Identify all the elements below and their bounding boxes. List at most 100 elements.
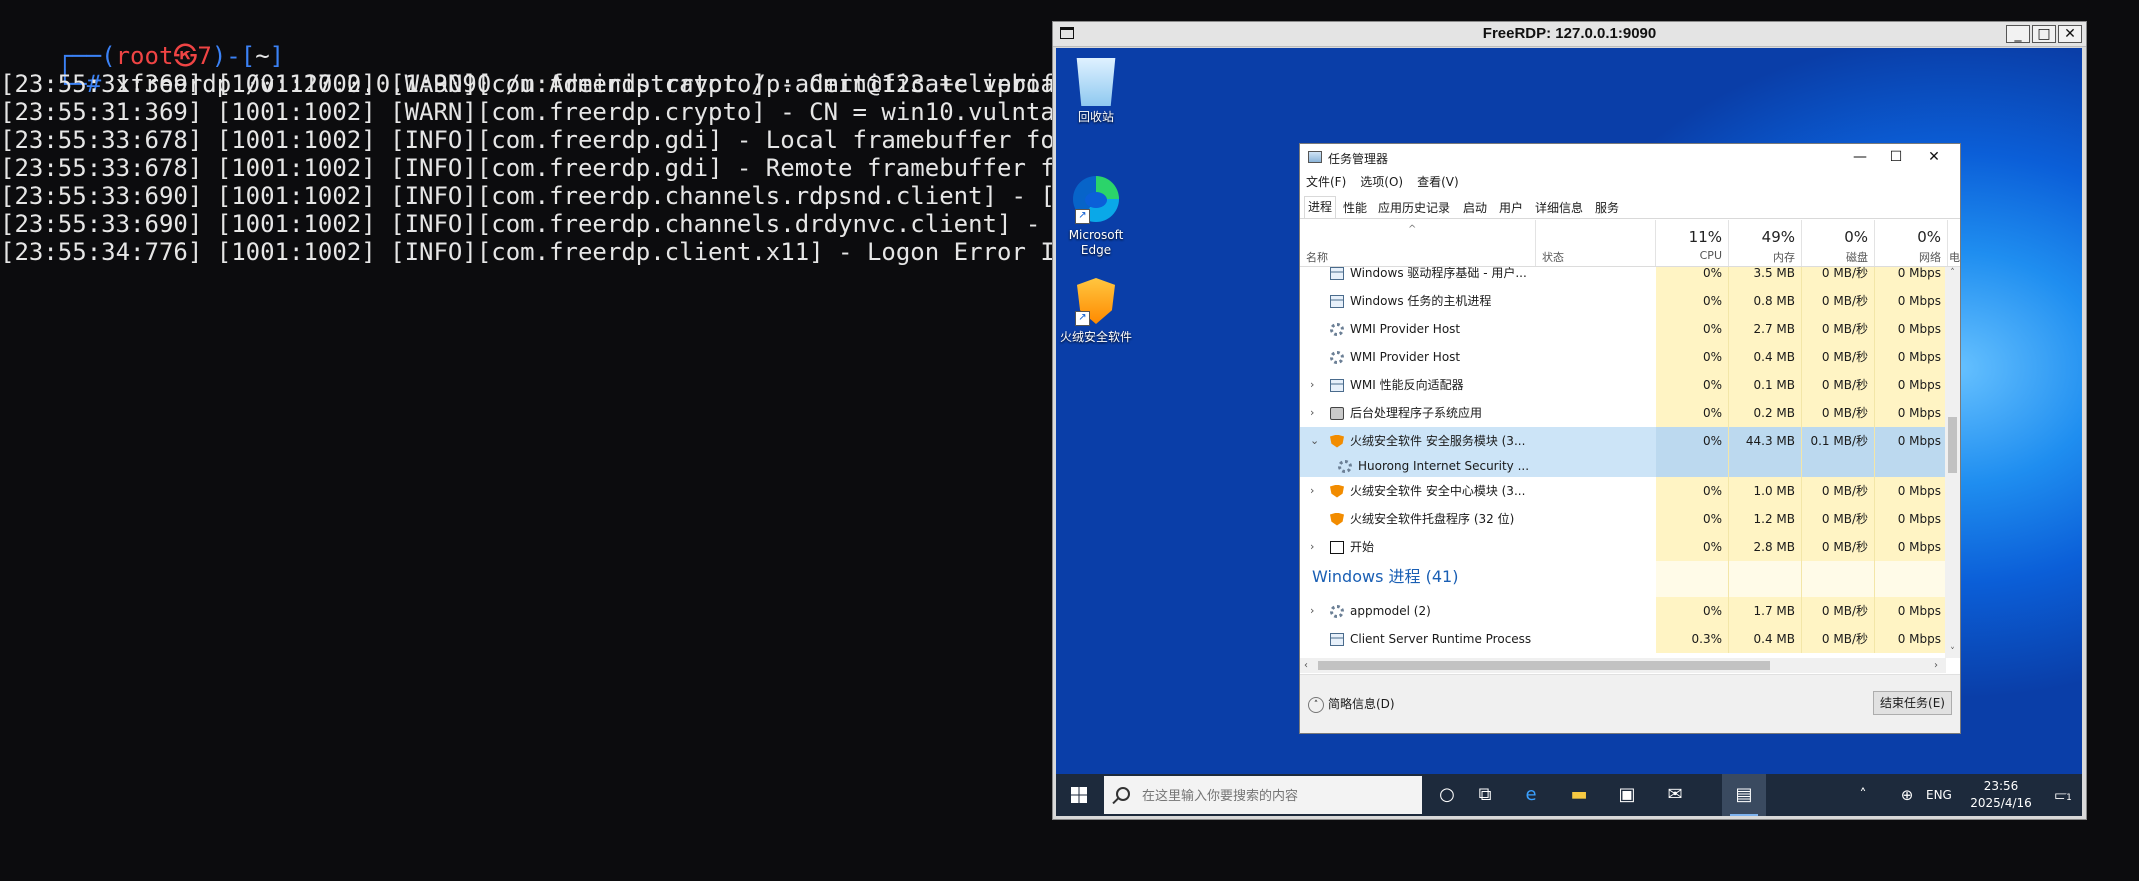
process-row[interactable]: › appmodel (2) 0% 1.7 MB 0 MB/秒 0 Mbps [1300, 597, 1946, 625]
column-name[interactable]: ^ 名称 [1300, 220, 1536, 266]
disk-cell: 0 MB/秒 [1802, 371, 1875, 399]
process-row[interactable]: › WMI 性能反向适配器 0% 0.1 MB 0 MB/秒 0 Mbps [1300, 371, 1946, 399]
process-row[interactable]: WMI Provider Host 0% 0.4 MB 0 MB/秒 0 Mbps [1300, 343, 1946, 371]
column-power[interactable]: 电 [1948, 220, 1962, 266]
freerdp-window[interactable]: FreeRDP: 127.0.0.1:9090 _ □ ✕ 回收站 ↗ Micr… [1052, 21, 2087, 820]
menu-options[interactable]: 选项(O) [1360, 175, 1403, 189]
close-button[interactable]: ✕ [2058, 25, 2082, 43]
tab-services[interactable]: 服务 [1592, 199, 1622, 216]
huorong-shield-icon [1330, 434, 1344, 448]
column-cpu[interactable]: 11% CPU [1656, 220, 1729, 266]
tab-users[interactable]: 用户 [1496, 199, 1526, 216]
tab-processes[interactable]: 进程 [1304, 196, 1337, 218]
net-cell: 0 Mbps [1875, 399, 1946, 427]
menu-view[interactable]: 查看(V) [1417, 175, 1459, 189]
notification-icon[interactable]: ▭ 1 [2050, 784, 2074, 806]
mem-cell: 1.0 MB [1729, 477, 1802, 505]
column-memory[interactable]: 49% 内存 [1729, 220, 1802, 266]
printer-icon [1330, 406, 1344, 420]
tab-performance[interactable]: 性能 [1340, 199, 1370, 216]
taskbar-search[interactable] [1104, 776, 1422, 814]
desktop-icon-recycle-bin[interactable]: 回收站 [1056, 58, 1136, 125]
process-row[interactable]: › 开始 0% 2.8 MB 0 MB/秒 0 Mbps [1300, 533, 1946, 561]
menu-file[interactable]: 文件(F) [1306, 175, 1346, 189]
horizontal-scrollbar[interactable]: ‹ › [1300, 658, 1946, 673]
collapse-chevron-icon[interactable]: ⌄ [1310, 427, 1319, 455]
tm-maximize-button[interactable]: ☐ [1878, 147, 1914, 167]
scroll-thumb[interactable] [1948, 417, 1957, 473]
column-status-label: 状态 [1542, 251, 1564, 264]
end-task-button[interactable]: 结束任务(E) [1873, 691, 1952, 715]
disk-cell: 0 MB/秒 [1802, 287, 1875, 315]
scroll-down-icon[interactable]: ˅ [1945, 647, 1960, 657]
disk-cell: 0 MB/秒 [1802, 625, 1875, 653]
process-row[interactable]: Windows 驱动程序基础 - 用户... 0% 3.5 MB 0 MB/秒 0 Mb… [1300, 267, 1946, 287]
freerdp-titlebar[interactable]: FreeRDP: 127.0.0.1:9090 _ □ ✕ [1053, 22, 2086, 47]
scroll-thumb[interactable] [1318, 661, 1770, 670]
process-child-row[interactable]: Huorong Internet Security ... [1300, 455, 1946, 477]
disk-cell: 0 MB/秒 [1802, 597, 1875, 625]
terminal-window[interactable]: ┌──(root㉿7)-[~] └─# xfreerdp /v:127.0.0.… [0, 0, 1052, 881]
process-row[interactable]: 火绒安全软件托盘程序 (32 位) 0% 1.2 MB 0 MB/秒 0 Mbps [1300, 505, 1946, 533]
remote-desktop[interactable]: 回收站 ↗ Microsoft Edge ↗ 火绒安全软件 任务管理器 — ☐ … [1056, 48, 2082, 816]
process-row[interactable]: Windows 任务的主机进程 0% 0.8 MB 0 MB/秒 0 Mbps [1300, 287, 1946, 315]
tab-app-history[interactable]: 应用历史记录 [1375, 199, 1453, 216]
disk-cell: 0 MB/秒 [1802, 533, 1875, 561]
process-name: WMI Provider Host [1350, 322, 1461, 336]
cpu-cell [1656, 455, 1729, 477]
file-explorer-icon[interactable]: ▬ [1568, 784, 1590, 806]
expand-chevron-icon[interactable]: › [1310, 597, 1314, 625]
process-row[interactable]: › 火绒安全软件 安全中心模块 (3... 0% 1.0 MB 0 MB/秒 0 Mbps [1300, 477, 1946, 505]
huorong-shield-icon [1330, 512, 1344, 526]
expand-chevron-icon[interactable]: › [1310, 399, 1314, 427]
clock-date: 2025/4/16 [1970, 796, 2032, 810]
process-row[interactable]: › 后台处理程序子系统应用 0% 0.2 MB 0 MB/秒 0 Mbps [1300, 399, 1946, 427]
maximize-button[interactable]: □ [2032, 25, 2056, 43]
store-icon[interactable]: ▣ [1616, 784, 1638, 806]
column-network[interactable]: 0% 网络 [1875, 220, 1948, 266]
start-button[interactable] [1056, 774, 1102, 816]
status-cell [1536, 533, 1657, 561]
tab-details[interactable]: 详细信息 [1532, 199, 1586, 216]
tab-startup[interactable]: 启动 [1460, 199, 1490, 216]
tm-close-button[interactable]: ✕ [1916, 147, 1952, 167]
scroll-up-icon[interactable]: ˄ [1945, 268, 1960, 278]
net-cell: 0 Mbps [1875, 625, 1946, 653]
process-row[interactable]: WMI Provider Host 0% 2.7 MB 0 MB/秒 0 Mbps [1300, 315, 1946, 343]
cpu-cell: 0% [1656, 477, 1729, 505]
mem-cell: 44.3 MB [1729, 427, 1802, 455]
fewer-details-button[interactable]: ˄ 简略信息(D) [1308, 695, 1395, 713]
expand-chevron-icon[interactable]: › [1310, 477, 1314, 505]
task-manager-titlebar[interactable]: 任务管理器 — ☐ ✕ [1300, 144, 1960, 170]
expand-chevron-icon[interactable]: › [1310, 533, 1314, 561]
net-cell: 0 Mbps [1875, 477, 1946, 505]
edge-icon[interactable]: e [1520, 784, 1542, 806]
task-view-icon[interactable]: ⧉ [1474, 784, 1496, 806]
process-row[interactable]: ⌄ 火绒安全软件 安全服务模块 (3... 0% 44.3 MB 0.1 MB/秒 0 M… [1300, 427, 1946, 455]
column-disk[interactable]: 0% 磁盘 [1802, 220, 1875, 266]
memory-total: 49% [1761, 228, 1795, 246]
desktop-icon-edge[interactable]: ↗ Microsoft Edge [1056, 176, 1136, 258]
minimize-button[interactable]: _ [2006, 25, 2030, 43]
mail-icon[interactable]: ✉ [1664, 784, 1686, 806]
network-globe-icon[interactable]: ⊕ [1896, 784, 1918, 806]
show-hidden-icons-icon[interactable]: ˄ [1852, 784, 1874, 806]
scroll-left-icon[interactable]: ‹ [1304, 658, 1308, 673]
tm-minimize-button[interactable]: — [1842, 147, 1878, 167]
search-input[interactable] [1140, 785, 1414, 807]
cortana-icon[interactable]: ○ [1436, 784, 1458, 806]
process-row[interactable]: Client Server Runtime Process 0.3% 0.4 MB 0… [1300, 625, 1946, 653]
task-manager-taskbar-button[interactable]: ▤ [1722, 774, 1766, 816]
vertical-scrollbar[interactable]: ˄ ˅ [1945, 267, 1960, 658]
clock[interactable]: 23:56 2025/4/16 [1964, 778, 2038, 812]
task-manager-window[interactable]: 任务管理器 — ☐ ✕ 文件(F) 选项(O) 查看(V) 进程 性能 应用历史记录… [1299, 143, 1961, 734]
scroll-right-icon[interactable]: › [1934, 658, 1938, 673]
expand-chevron-icon[interactable]: › [1310, 371, 1314, 399]
desktop-icon-huorong[interactable]: ↗ 火绒安全软件 [1056, 278, 1136, 345]
disk-cell [1802, 455, 1875, 477]
process-list[interactable]: Windows 驱动程序基础 - 用户... 0% 3.5 MB 0 MB/秒 0 Mb… [1300, 267, 1946, 658]
cpu-cell: 0% [1656, 267, 1729, 287]
language-indicator[interactable]: ENG [1926, 774, 1952, 816]
column-disk-label: 磁盘 [1846, 251, 1868, 264]
column-status[interactable]: 状态 [1536, 220, 1656, 266]
